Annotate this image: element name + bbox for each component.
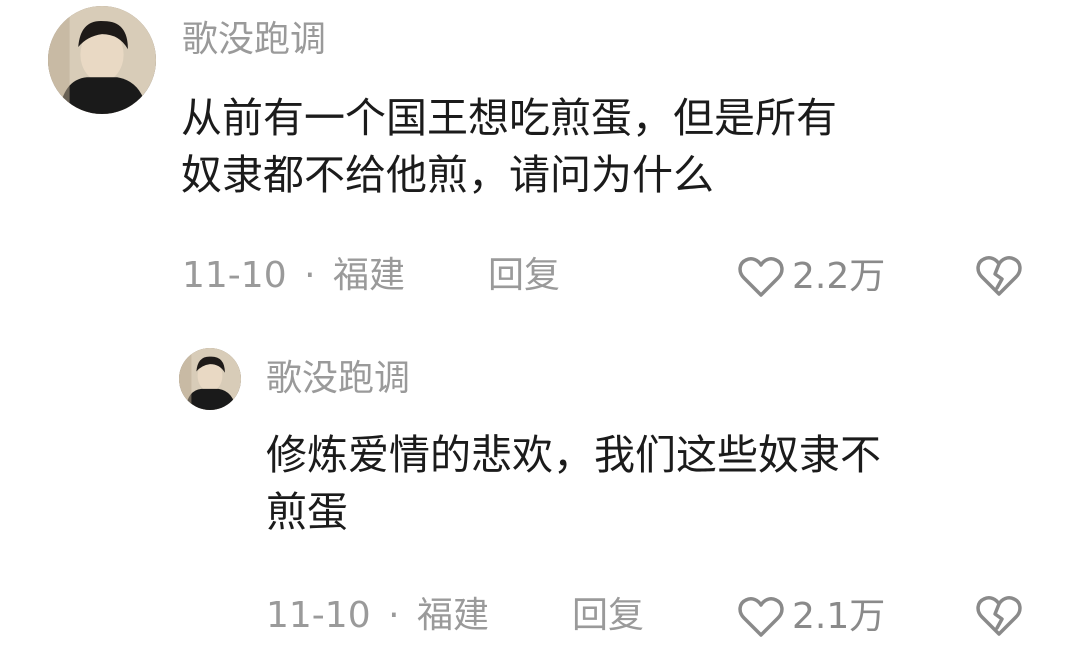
like-button[interactable]: 2.1万 [738,596,885,638]
meta-separator: · [388,595,400,636]
comment-1: 歌没跑调 从前有一个国王想吃煎蛋，但是所有 奴隶都不给他煎，请问为什么 11-1… [0,0,1080,320]
meta-separator: · [304,255,316,296]
like-button[interactable]: 2.2万 [738,256,885,298]
comment-text-line: 从前有一个国王想吃煎蛋，但是所有 [181,94,837,142]
comment-date: 11-10 [182,255,287,296]
heart-outline-icon [738,257,784,297]
reply-button[interactable]: 回复 [572,596,644,636]
reply-button[interactable]: 回复 [488,256,560,296]
dislike-button[interactable] [976,254,1022,298]
broken-heart-icon [976,256,1022,296]
comment-text-line: 修炼爱情的悲欢，我们这些奴隶不 [266,431,881,479]
comment-location: 福建 [416,595,489,636]
comment-text-line: 煎蛋 [266,488,348,536]
comment-meta: 11-10 · 福建 [182,256,405,296]
like-count: 2.2万 [792,256,886,297]
comment-text: 修炼爱情的悲欢，我们这些奴隶不 煎蛋 [266,427,1056,541]
avatar[interactable] [48,6,156,114]
broken-heart-icon [976,596,1022,636]
avatar-image [179,348,241,410]
heart-outline-icon [738,597,784,637]
comment-location: 福建 [332,255,405,296]
comment-text: 从前有一个国王想吃煎蛋，但是所有 奴隶都不给他煎，请问为什么 [181,90,1041,204]
comment-username[interactable]: 歌没跑调 [266,359,410,399]
comment-meta: 11-10 · 福建 [266,596,489,636]
comment-username[interactable]: 歌没跑调 [182,20,326,60]
dislike-button[interactable] [976,594,1022,638]
comment-reply-1: 歌没跑调 修炼爱情的悲欢，我们这些奴隶不 煎蛋 11-10 · 福建 回复 2.… [0,330,1080,663]
like-count: 2.1万 [792,596,886,637]
avatar-image [48,6,156,114]
comment-date: 11-10 [266,595,371,636]
comment-text-line: 奴隶都不给他煎，请问为什么 [181,151,714,199]
avatar[interactable] [179,348,241,410]
